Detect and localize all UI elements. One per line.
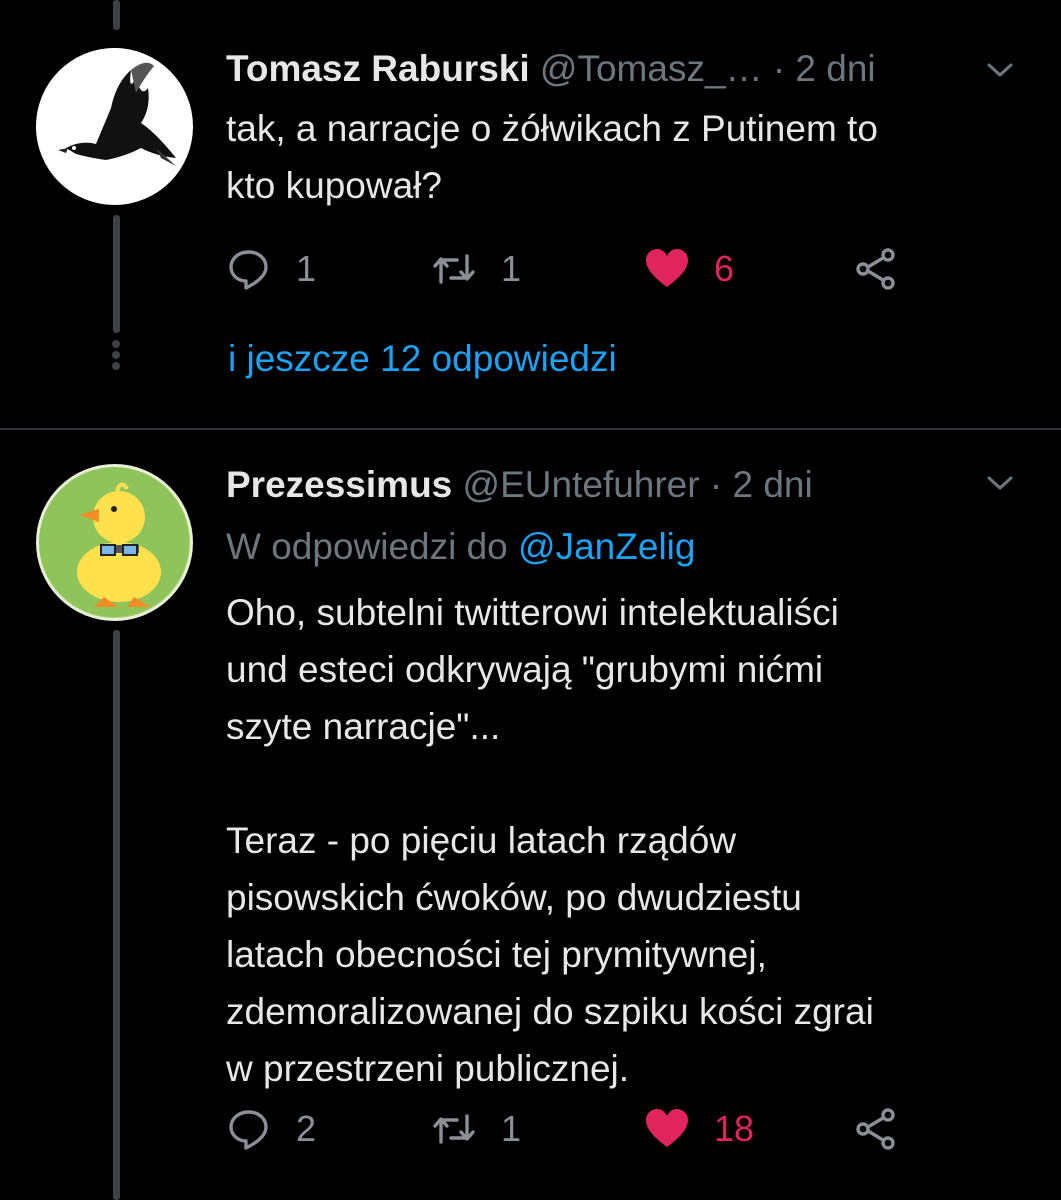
reply-icon — [229, 250, 268, 290]
reply-context: W odpowiedzi do @JanZelig — [226, 526, 695, 568]
tweet-header: Tomasz Raburski @Tomasz_… · 2 dni — [226, 48, 876, 90]
tweet-2[interactable]: Prezessimus @EUntefuhrer · 2 dni W odpow… — [0, 430, 1061, 1200]
tweet-1[interactable]: Tomasz Raburski @Tomasz_… · 2 dni tak, a… — [0, 0, 1061, 428]
reply-button[interactable]: 1 — [226, 246, 316, 292]
reply-count: 2 — [296, 1108, 317, 1149]
like-button[interactable]: 18 — [644, 1106, 754, 1152]
reply-count: 1 — [296, 248, 317, 289]
share-icon — [856, 248, 895, 290]
retweet-count: 1 — [501, 1108, 522, 1149]
retweet-icon — [433, 254, 475, 284]
action-bar: 2 1 18 — [226, 1106, 926, 1156]
action-bar: 1 1 6 — [226, 246, 926, 296]
retweet-icon — [433, 1114, 475, 1144]
reply-prefix: W odpowiedzi do — [226, 526, 508, 567]
display-name[interactable]: Prezessimus — [226, 464, 452, 505]
timestamp[interactable]: · 2 dni — [773, 48, 876, 89]
tweet-text: tak, a narracje o żółwikach z Putinem to… — [226, 108, 878, 206]
retweet-button[interactable]: 1 — [431, 1106, 521, 1152]
tweet-text: Oho, subtelni twitterowi intelektualiści… — [226, 592, 874, 1089]
retweet-count: 1 — [501, 248, 522, 289]
heart-icon — [646, 1109, 688, 1147]
chevron-down-icon[interactable] — [985, 468, 1015, 498]
more-replies-link[interactable]: i jeszcze 12 odpowiedzi — [228, 338, 617, 380]
share-icon — [856, 1108, 895, 1150]
handle[interactable]: @Tomasz_… — [540, 48, 763, 89]
share-button[interactable] — [854, 246, 900, 292]
tweet-header: Prezessimus @EUntefuhrer · 2 dni — [226, 464, 813, 506]
avatar-prezessimus[interactable] — [36, 464, 193, 621]
like-button[interactable]: 6 — [644, 246, 734, 292]
retweet-button[interactable]: 1 — [431, 246, 521, 292]
avatar-tomasz[interactable] — [36, 48, 193, 205]
timestamp[interactable]: · 2 dni — [710, 464, 813, 505]
duck-avatar-icon — [39, 467, 189, 617]
reply-button[interactable]: 2 — [226, 1106, 316, 1152]
heart-icon — [646, 249, 688, 287]
crow-avatar-icon — [36, 48, 192, 204]
like-count: 6 — [714, 248, 735, 289]
like-count: 18 — [714, 1108, 755, 1149]
share-button[interactable] — [854, 1106, 900, 1152]
display-name[interactable]: Tomasz Raburski — [226, 48, 530, 89]
chevron-down-icon[interactable] — [985, 55, 1015, 85]
reply-icon — [229, 1110, 268, 1150]
reply-to-link[interactable]: @JanZelig — [518, 526, 695, 567]
handle[interactable]: @EUntefuhrer — [463, 464, 700, 505]
